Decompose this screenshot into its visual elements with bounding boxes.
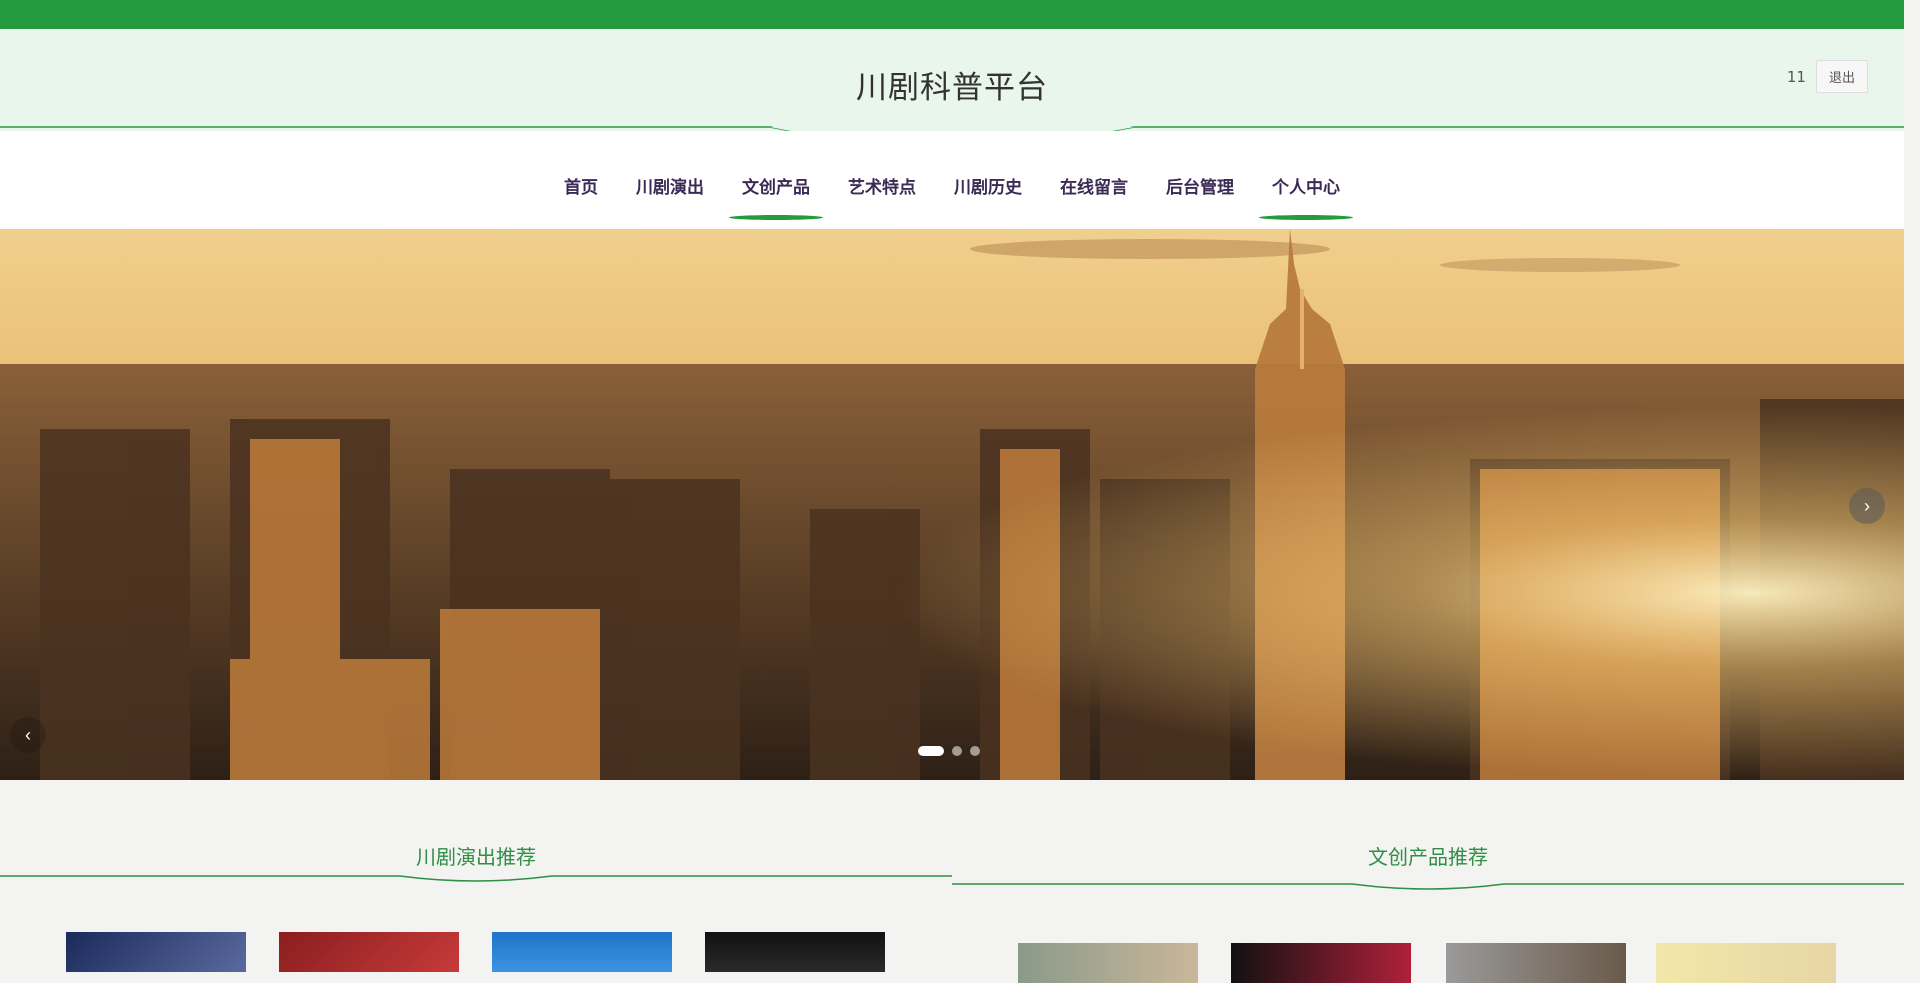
user-name: 11 bbox=[1786, 67, 1806, 86]
nav-active-indicator bbox=[729, 215, 823, 220]
nav-item[interactable]: 个人中心 bbox=[1253, 160, 1359, 220]
nav-item[interactable]: 在线留言 bbox=[1041, 160, 1147, 220]
banner-next-button[interactable]: › bbox=[1849, 488, 1885, 524]
user-area: 11 退出 bbox=[1787, 60, 1868, 93]
nav-item-label: 川剧演出 bbox=[636, 178, 704, 198]
product-thumbnail[interactable] bbox=[1656, 943, 1836, 983]
nav-item[interactable]: 文创产品 bbox=[723, 160, 829, 220]
banner-dot[interactable] bbox=[952, 746, 962, 756]
nav-item-label: 后台管理 bbox=[1166, 178, 1234, 198]
nav-item[interactable]: 首页 bbox=[545, 160, 617, 220]
nav-active-indicator bbox=[1259, 215, 1353, 220]
product-thumbnail[interactable] bbox=[1018, 943, 1198, 983]
main-nav: 首页 川剧演出 文创产品 艺术特点 川剧历史 在线留言 后台管理 个人中心 bbox=[0, 131, 1904, 229]
site-title: 川剧科普平台 bbox=[856, 70, 1048, 106]
nav-item-label: 首页 bbox=[564, 178, 598, 198]
banner-dots bbox=[918, 746, 980, 756]
product-thumbnail[interactable] bbox=[1231, 943, 1411, 983]
product-thumbnail[interactable] bbox=[1446, 943, 1626, 983]
performance-thumbnail[interactable] bbox=[492, 932, 672, 972]
top-bar bbox=[0, 0, 1904, 29]
nav-item[interactable]: 后台管理 bbox=[1147, 160, 1253, 220]
performance-thumbnail[interactable] bbox=[66, 932, 246, 972]
nav-item[interactable]: 川剧演出 bbox=[617, 160, 723, 220]
nav-list: 首页 川剧演出 文创产品 艺术特点 川剧历史 在线留言 后台管理 个人中心 bbox=[0, 131, 1904, 229]
chevron-right-icon: › bbox=[1864, 495, 1870, 516]
nav-item[interactable]: 艺术特点 bbox=[829, 160, 935, 220]
nav-item-label: 个人中心 bbox=[1272, 178, 1340, 198]
section-title-products: 文创产品推荐 bbox=[1368, 845, 1488, 869]
section-divider-right bbox=[952, 883, 1904, 890]
performance-thumbnail[interactable] bbox=[705, 932, 885, 972]
banner-prev-button[interactable]: ‹ bbox=[10, 717, 46, 753]
banner-skyline-image bbox=[0, 229, 1904, 780]
nav-item[interactable]: 川剧历史 bbox=[935, 160, 1041, 220]
nav-item-label: 在线留言 bbox=[1060, 178, 1128, 198]
banner-dot[interactable] bbox=[970, 746, 980, 756]
performance-thumbnail[interactable] bbox=[279, 932, 459, 972]
chevron-left-icon: ‹ bbox=[25, 724, 31, 745]
banner-dot[interactable] bbox=[918, 746, 944, 756]
section-title-performances: 川剧演出推荐 bbox=[416, 845, 536, 869]
logout-button[interactable]: 退出 bbox=[1815, 60, 1868, 93]
section-divider-left bbox=[0, 875, 952, 882]
banner-carousel: ‹ › bbox=[0, 229, 1904, 780]
nav-item-label: 文创产品 bbox=[742, 178, 810, 198]
nav-item-label: 艺术特点 bbox=[848, 178, 916, 198]
nav-item-label: 川剧历史 bbox=[954, 178, 1022, 198]
